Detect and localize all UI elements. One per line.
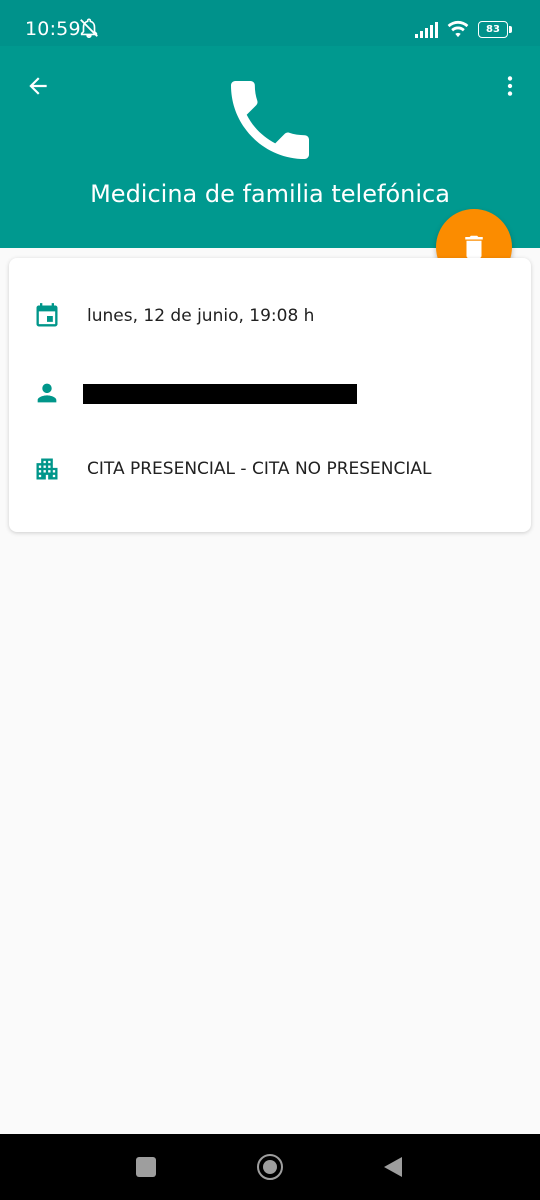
redacted-patient-name [83, 384, 357, 404]
nav-back-icon[interactable] [382, 1156, 404, 1178]
back-button[interactable] [20, 68, 56, 104]
appointment-patient-row [9, 373, 531, 413]
more-options-button[interactable] [492, 68, 528, 104]
appointment-date-row: lunes, 12 de junio, 19:08 h [9, 296, 531, 336]
appointment-card: lunes, 12 de junio, 19:08 h CITA PRESENC… [9, 258, 531, 532]
battery-icon: 83 [478, 21, 512, 38]
recents-button[interactable] [136, 1157, 156, 1177]
person-icon [33, 379, 61, 407]
appointment-center-row: CITA PRESENCIAL - CITA NO PRESENCIAL [9, 449, 531, 489]
mute-icon [80, 18, 98, 38]
system-nav-bar [0, 1134, 540, 1200]
calendar-icon [33, 302, 61, 330]
appointment-date: lunes, 12 de junio, 19:08 h [87, 306, 315, 326]
more-vert-icon [507, 76, 513, 96]
phone-icon [231, 81, 309, 159]
status-bar: 10:59 83 [0, 0, 540, 46]
page-title: Medicina de familia telefónica [90, 180, 450, 208]
building-icon [33, 455, 61, 483]
appointment-center: CITA PRESENCIAL - CITA NO PRESENCIAL [87, 459, 432, 479]
signal-icon [415, 22, 438, 38]
battery-level: 83 [486, 23, 500, 35]
arrow-back-icon [29, 77, 47, 95]
home-button[interactable] [257, 1154, 283, 1180]
status-time: 10:59 [25, 18, 81, 40]
wifi-icon [447, 20, 469, 38]
screen: 10:59 83 Medicina de familia telefónica … [0, 0, 540, 1200]
